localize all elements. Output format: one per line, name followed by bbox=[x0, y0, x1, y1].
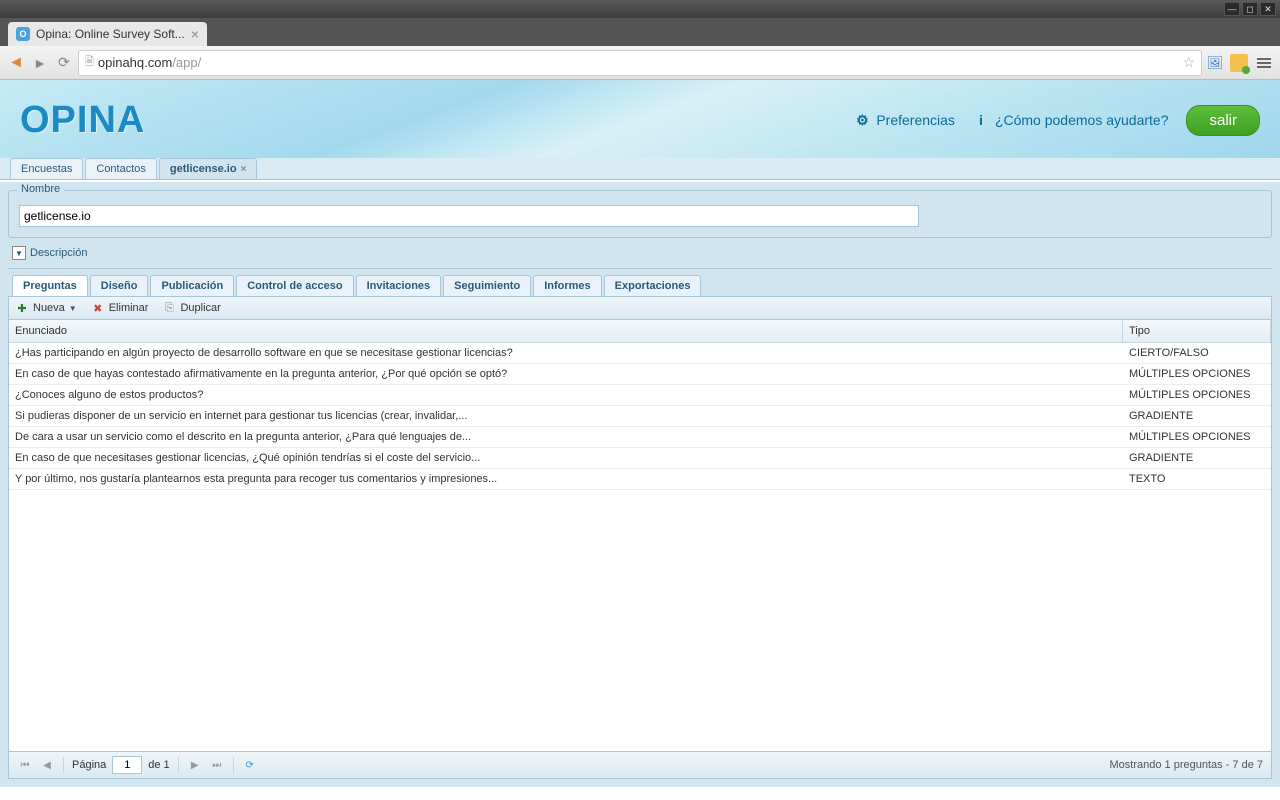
bookmark-star-icon[interactable]: ☆ bbox=[1182, 54, 1195, 71]
cell-tipo: MÚLTIPLES OPCIONES bbox=[1123, 385, 1271, 405]
favicon-icon: O bbox=[16, 27, 30, 41]
help-label: ¿Cómo podemos ayudarte? bbox=[995, 112, 1169, 128]
gear-icon: ⚙ bbox=[854, 112, 870, 128]
sub-tab-control-de-acceso[interactable]: Control de acceso bbox=[236, 275, 353, 296]
browser-tab-strip: O Opina: Online Survey Soft... × bbox=[0, 18, 1280, 46]
delete-label: Eliminar bbox=[109, 302, 149, 314]
page-number-input[interactable] bbox=[112, 756, 142, 774]
add-icon: ✚ bbox=[15, 301, 29, 315]
url-text: opinahq.com/app/ bbox=[98, 55, 201, 70]
back-button[interactable]: ◄ bbox=[6, 53, 26, 73]
next-page-button[interactable]: ▶ bbox=[187, 757, 203, 773]
main-tab-encuestas[interactable]: Encuestas bbox=[10, 158, 83, 179]
logo: OPINA bbox=[20, 99, 145, 142]
cell-tipo: CIERTO/FALSO bbox=[1123, 343, 1271, 363]
paging-toolbar: ⏮ ◀ Página de 1 ▶ ⏭ ⟳ Mostrando 1 pregun… bbox=[8, 752, 1272, 779]
content-panel: Nombre ▼ Descripción PreguntasDiseñoPubl… bbox=[0, 182, 1280, 787]
sub-tab-invitaciones[interactable]: Invitaciones bbox=[356, 275, 442, 296]
sub-tab-publicaci-n[interactable]: Publicación bbox=[150, 275, 234, 296]
logout-button[interactable]: salir bbox=[1186, 105, 1260, 136]
minimize-button[interactable]: — bbox=[1224, 2, 1240, 16]
description-label: Descripción bbox=[30, 247, 87, 259]
browser-tab[interactable]: O Opina: Online Survey Soft... × bbox=[8, 22, 207, 46]
table-row[interactable]: En caso de que necesitases gestionar lic… bbox=[9, 448, 1271, 469]
sub-tab-informes[interactable]: Informes bbox=[533, 275, 601, 296]
table-row[interactable]: Y por último, nos gustaría plantearnos e… bbox=[9, 469, 1271, 490]
cell-enunciado: Si pudieras disponer de un servicio en i… bbox=[9, 406, 1123, 426]
cell-tipo: MÚLTIPLES OPCIONES bbox=[1123, 427, 1271, 447]
browser-toolbar: ◄ ► ⟳ 🗎 opinahq.com/app/ ☆ 🖼 bbox=[0, 46, 1280, 80]
cell-enunciado: Y por último, nos gustaría plantearnos e… bbox=[9, 469, 1123, 489]
cell-enunciado: En caso de que hayas contestado afirmati… bbox=[9, 364, 1123, 384]
cell-enunciado: ¿Conoces alguno de estos productos? bbox=[9, 385, 1123, 405]
extension-icon[interactable]: 🖼 bbox=[1206, 54, 1224, 72]
collapse-toggle-icon[interactable]: ▼ bbox=[12, 246, 26, 260]
table-toolbar: ✚ Nueva ▼ ✖ Eliminar ⎘ Duplicar bbox=[8, 296, 1272, 320]
refresh-button[interactable]: ⟳ bbox=[242, 757, 258, 773]
sub-tab-seguimiento[interactable]: Seguimiento bbox=[443, 275, 531, 296]
sub-tab-dise-o[interactable]: Diseño bbox=[90, 275, 149, 296]
sub-tab-strip: PreguntasDiseñoPublicaciónControl de acc… bbox=[8, 275, 1272, 296]
info-icon: i bbox=[973, 112, 989, 128]
table-row[interactable]: ¿Conoces alguno de estos productos?MÚLTI… bbox=[9, 385, 1271, 406]
page-label: Página bbox=[72, 759, 106, 771]
survey-name-input[interactable] bbox=[19, 205, 919, 227]
cell-enunciado: ¿Has participando en algún proyecto de d… bbox=[9, 343, 1123, 363]
sub-tab-exportaciones[interactable]: Exportaciones bbox=[604, 275, 702, 296]
address-bar[interactable]: 🗎 opinahq.com/app/ ☆ bbox=[78, 50, 1202, 76]
cell-tipo: MÚLTIPLES OPCIONES bbox=[1123, 364, 1271, 384]
window-close-button[interactable]: ✕ bbox=[1260, 2, 1276, 16]
table-row[interactable]: ¿Has participando en algún proyecto de d… bbox=[9, 343, 1271, 364]
name-fieldset: Nombre bbox=[8, 190, 1272, 238]
preferences-link[interactable]: ⚙ Preferencias bbox=[854, 112, 955, 128]
duplicate-question-button[interactable]: ⎘ Duplicar bbox=[162, 301, 220, 315]
first-page-button[interactable]: ⏮ bbox=[17, 757, 33, 773]
main-tab-getlicense-io[interactable]: getlicense.io× bbox=[159, 158, 257, 179]
app-viewport: OPINA ⚙ Preferencias i ¿Cómo podemos ayu… bbox=[0, 80, 1280, 800]
table-row[interactable]: De cara a usar un servicio como el descr… bbox=[9, 427, 1271, 448]
new-question-button[interactable]: ✚ Nueva ▼ bbox=[15, 301, 77, 315]
description-toggle-row: ▼ Descripción bbox=[8, 238, 1272, 269]
column-header-enunciado[interactable]: Enunciado bbox=[9, 320, 1123, 342]
delete-icon: ✖ bbox=[91, 301, 105, 315]
cell-tipo: GRADIENTE bbox=[1123, 448, 1271, 468]
cell-tipo: GRADIENTE bbox=[1123, 406, 1271, 426]
prev-page-button[interactable]: ◀ bbox=[39, 757, 55, 773]
dropdown-caret-icon: ▼ bbox=[69, 304, 77, 313]
name-label: Nombre bbox=[17, 183, 64, 195]
site-icon: 🗎 bbox=[85, 53, 94, 72]
sub-tab-preguntas[interactable]: Preguntas bbox=[12, 275, 88, 296]
questions-table: Enunciado Tipo ¿Has participando en algú… bbox=[8, 320, 1272, 752]
extension-icons: 🖼 bbox=[1206, 54, 1274, 72]
new-label: Nueva bbox=[33, 302, 65, 314]
preferences-label: Preferencias bbox=[876, 112, 955, 128]
paging-status: Mostrando 1 preguntas - 7 de 7 bbox=[1110, 759, 1263, 771]
table-row[interactable]: Si pudieras disponer de un servicio en i… bbox=[9, 406, 1271, 427]
table-header: Enunciado Tipo bbox=[9, 320, 1271, 343]
tab-close-icon[interactable]: × bbox=[191, 26, 199, 42]
table-row[interactable]: En caso de que hayas contestado afirmati… bbox=[9, 364, 1271, 385]
tab-title: Opina: Online Survey Soft... bbox=[36, 27, 185, 41]
extension-icon[interactable] bbox=[1230, 54, 1248, 72]
reload-button[interactable]: ⟳ bbox=[54, 53, 74, 73]
page-of: de 1 bbox=[148, 759, 169, 771]
copy-icon: ⎘ bbox=[162, 301, 176, 315]
maximize-button[interactable]: ◻ bbox=[1242, 2, 1258, 16]
hamburger-menu-icon[interactable] bbox=[1254, 58, 1274, 68]
os-titlebar: — ◻ ✕ bbox=[0, 0, 1280, 18]
column-header-tipo[interactable]: Tipo bbox=[1123, 320, 1271, 342]
help-link[interactable]: i ¿Cómo podemos ayudarte? bbox=[973, 112, 1169, 128]
cell-enunciado: De cara a usar un servicio como el descr… bbox=[9, 427, 1123, 447]
forward-button[interactable]: ► bbox=[30, 53, 50, 73]
tab-close-icon[interactable]: × bbox=[241, 164, 247, 175]
main-tab-contactos[interactable]: Contactos bbox=[85, 158, 157, 179]
app-header: OPINA ⚙ Preferencias i ¿Cómo podemos ayu… bbox=[0, 80, 1280, 160]
table-body: ¿Has participando en algún proyecto de d… bbox=[9, 343, 1271, 751]
last-page-button[interactable]: ⏭ bbox=[209, 757, 225, 773]
cell-enunciado: En caso de que necesitases gestionar lic… bbox=[9, 448, 1123, 468]
cell-tipo: TEXTO bbox=[1123, 469, 1271, 489]
duplicate-label: Duplicar bbox=[180, 302, 220, 314]
delete-question-button[interactable]: ✖ Eliminar bbox=[91, 301, 149, 315]
main-tab-strip: EncuestasContactosgetlicense.io× bbox=[0, 158, 1280, 180]
